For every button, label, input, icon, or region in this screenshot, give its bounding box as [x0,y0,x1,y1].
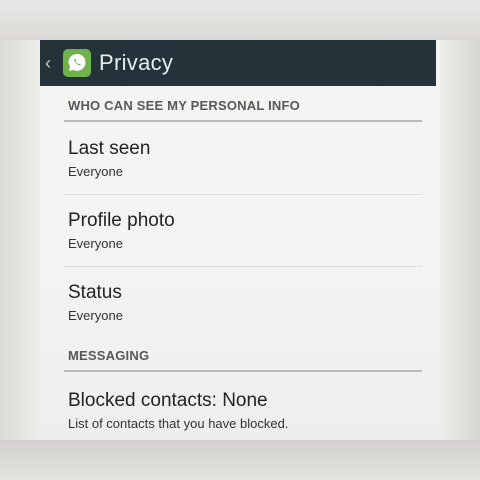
photo-frame: ‹ Privacy WHO CAN SEE MY PERSONAL INFO L… [0,0,480,480]
pref-title: Profile photo [68,210,175,231]
phone-screen: ‹ Privacy WHO CAN SEE MY PERSONAL INFO L… [40,40,440,440]
top-margin [0,0,480,40]
back-arrow-icon[interactable]: ‹ [45,40,55,86]
pref-title: Blocked contacts: None [68,390,268,411]
pref-status[interactable]: Status Everyone [68,282,418,324]
item-divider [64,266,422,267]
pref-title: Status [68,282,122,303]
action-bar: ‹ Privacy [40,40,436,86]
pref-summary: Everyone [68,164,123,179]
bottom-margin [0,440,480,480]
whatsapp-icon[interactable] [63,49,91,77]
section-header-personal-info: WHO CAN SEE MY PERSONAL INFO [68,98,300,113]
section-divider [64,120,422,122]
chat-bubble-icon [68,54,86,71]
pref-last-seen[interactable]: Last seen Everyone [68,138,418,180]
pref-summary: Everyone [68,308,123,323]
section-header-messaging: MESSAGING [68,348,150,363]
pref-title: Last seen [68,138,151,159]
pref-blocked-contacts[interactable]: Blocked contacts: None List of contacts … [68,390,418,432]
pref-summary: List of contacts that you have blocked. [68,416,289,431]
pref-summary: Everyone [68,236,123,251]
screen-title: Privacy [99,50,174,75]
pref-profile-photo[interactable]: Profile photo Everyone [68,210,418,252]
item-divider [64,194,422,195]
section-divider [64,370,422,372]
